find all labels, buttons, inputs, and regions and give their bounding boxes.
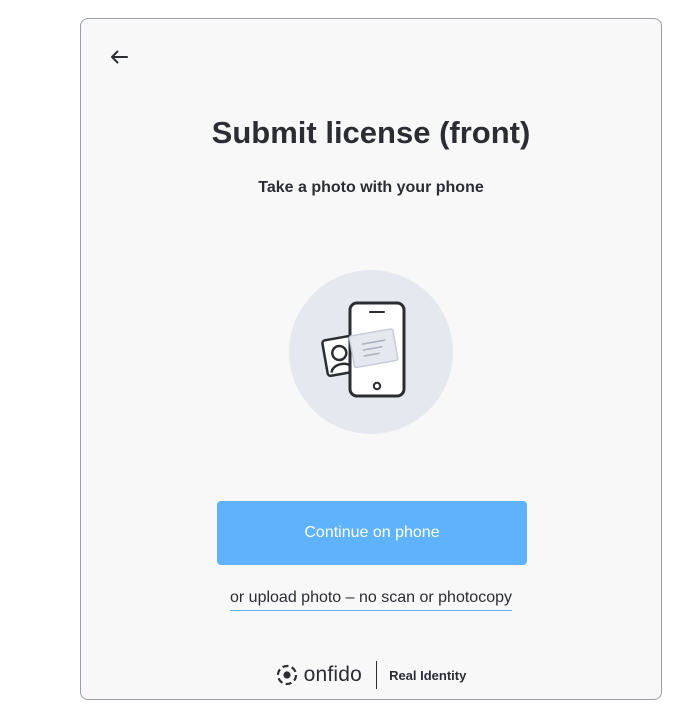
back-button[interactable]	[107, 45, 131, 69]
phone-with-id-card-icon	[321, 301, 406, 398]
page-subtitle: Take a photo with your phone	[258, 179, 484, 196]
upload-photo-link[interactable]: or upload photo – no scan or photocopy	[230, 589, 512, 611]
upload-photo-link-wrapper: or upload photo – no scan or photocopy	[81, 589, 661, 611]
brand: onfido	[276, 663, 362, 687]
arrow-left-icon	[111, 50, 128, 64]
phone-illustration	[289, 270, 453, 434]
continue-on-phone-button[interactable]: Continue on phone	[217, 501, 527, 565]
capture-card: Submit license (front) Take a photo with…	[80, 18, 662, 700]
brand-tagline: Real Identity	[389, 667, 467, 683]
footer: onfido Real Identity	[81, 661, 661, 689]
footer-divider	[376, 661, 378, 689]
page-title: Submit license (front)	[211, 115, 531, 150]
brand-name: onfido	[303, 663, 363, 686]
onfido-logo-icon	[276, 664, 297, 686]
